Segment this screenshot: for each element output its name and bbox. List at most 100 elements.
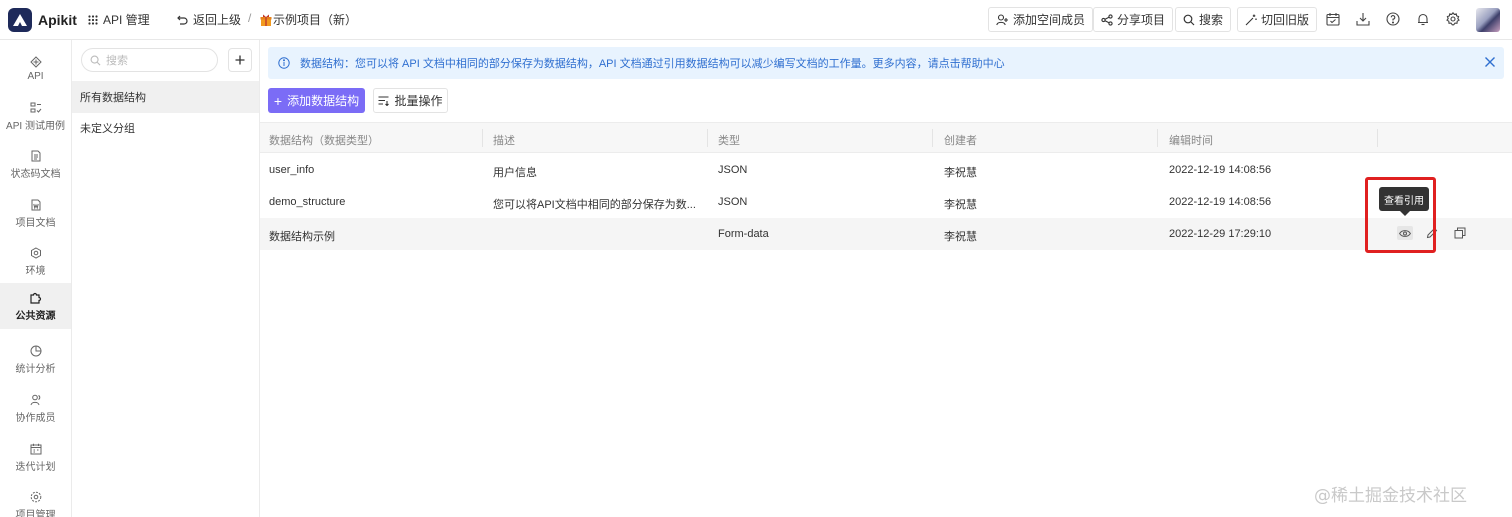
add-data-structure-button[interactable]: + 添加数据结构 [268,88,365,113]
cell-name[interactable]: user_info [269,164,314,176]
column-header: 类型 [718,135,740,147]
cell-creator: 李祝慧 [944,199,977,211]
batch-operation-button[interactable]: 批量操作 [373,88,448,113]
bell-icon[interactable] [1415,11,1431,27]
cell-description: 用户信息 [493,167,537,179]
sidebar-item-status-codes[interactable]: 状态码文档 [0,142,71,188]
search-placeholder: 搜索 [106,55,128,67]
plus-icon [235,55,245,65]
sidebar-item-label: 状态码文档 [10,169,61,180]
group-item-all[interactable]: 所有数据结构 [72,81,259,113]
cell-name[interactable]: 数据结构示例 [269,228,335,244]
sidebar-item-label: 公共资源 [15,310,56,322]
group-search-input[interactable]: 搜索 [81,48,218,72]
add-label: 添加数据结构 [287,94,360,108]
column-divider[interactable] [932,129,933,147]
share-icon [1101,13,1113,26]
share-label: 分享项目 [1117,13,1166,27]
api-icon [29,56,42,68]
column-header: 编辑时间 [1169,135,1213,147]
sidebar-item-api[interactable]: API [0,46,71,92]
sidebar-item-members[interactable]: 协作成员 [0,386,71,432]
api-manage-label: API 管理 [103,13,150,27]
sidebar-item-project-docs[interactable]: 项目文档 [0,191,71,237]
sidebar-item-label: 统计分析 [15,364,56,375]
column-divider[interactable] [707,129,708,147]
pie-chart-icon [30,345,41,357]
api-manage-menu[interactable]: API 管理 [88,11,150,28]
sidebar-item-public-resources[interactable]: 公共资源 [0,283,71,329]
cell-edit-time: 2022-12-19 14:08:56 [1169,196,1272,208]
close-icon[interactable] [1484,56,1496,68]
left-sidebar: API API 测试用例 状态码文档 项目文档 环境 公共资源 统计分析 协作成… [0,40,72,517]
download-icon[interactable] [1355,11,1371,27]
sidebar-item-statistics[interactable]: 统计分析 [0,337,71,383]
project-breadcrumb[interactable]: 示例项目（新） [260,11,357,28]
sidebar-item-project-settings[interactable]: 项目管理 [0,483,71,517]
calendar-check-icon[interactable] [1325,11,1341,27]
column-divider[interactable] [482,129,483,147]
sidebar-item-environment[interactable]: 环境 [0,239,71,285]
environment-icon [30,247,41,259]
cell-edit-time: 2022-12-29 17:29:10 [1169,228,1272,240]
user-avatar[interactable] [1476,8,1500,32]
cell-creator: 李祝慧 [944,167,977,179]
apikit-logo-icon [8,8,32,32]
switch-old-version-button[interactable]: 切回旧版 [1237,7,1318,32]
breadcrumb-separator: / [248,11,252,25]
test-case-icon [30,102,41,113]
add-group-button[interactable] [228,48,252,72]
add-member-label: 添加空间成员 [1013,13,1086,27]
cell-name[interactable]: demo_structure [269,196,345,208]
list-settings-icon [378,96,390,106]
cell-creator: 李祝慧 [944,231,977,243]
watermark: @稀土掘金技术社区 [1314,486,1467,506]
help-icon[interactable] [1385,11,1401,27]
sidebar-item-iteration-plan[interactable]: 迭代计划 [0,435,71,481]
sidebar-item-label: API 测试用例 [6,121,65,132]
info-notice: 数据结构：您可以将 API 文档中相同的部分保存为数据结构，API 文档通过引用… [268,47,1504,79]
cell-description: 您可以将API文档中相同的部分保存为数... [493,199,696,211]
add-member-button[interactable]: 添加空间成员 [988,7,1094,32]
table-row[interactable]: 数据结构示例 Form-data 李祝慧 2022-12-29 17:29:10 [260,218,1512,250]
grid-icon [88,14,98,25]
gear-icon[interactable] [1445,11,1461,27]
table-header: 数据结构（数据类型） 描述 类型 创建者 编辑时间 [260,122,1512,153]
sidebar-item-test-cases[interactable]: API 测试用例 [0,94,71,140]
gift-icon [260,14,272,26]
search-label: 搜索 [1199,13,1224,27]
search-icon [90,55,101,65]
top-bar: Apikit API 管理 返回上级 / 示例项目（新） 添加空间成员 分享项目… [0,0,1512,40]
table-row[interactable]: demo_structure 您可以将API文档中相同的部分保存为数... JS… [260,186,1512,218]
sidebar-item-label: 环境 [25,266,46,277]
cell-type: JSON [718,196,748,208]
puzzle-icon [30,292,42,304]
group-panel: 搜索 所有数据结构 未定义分组 [72,40,260,517]
notice-text: 数据结构：您可以将 API 文档中相同的部分保存为数据结构，API 文档通过引用… [300,58,1005,70]
info-icon [278,57,290,69]
search-button[interactable]: 搜索 [1175,7,1232,32]
back-label: 返回上级 [193,13,242,27]
members-icon [30,394,40,406]
share-project-button[interactable]: 分享项目 [1093,7,1174,32]
sidebar-item-label: 项目管理 [15,510,56,517]
cell-type: Form-data [718,228,769,240]
group-item-label: 未定义分组 [80,123,135,135]
copy-button[interactable] [1453,226,1467,240]
switch-old-label: 切回旧版 [1261,13,1310,27]
column-divider[interactable] [1377,129,1378,147]
column-header: 创建者 [944,135,977,147]
sidebar-item-label: 协作成员 [15,413,56,424]
group-item-undefined[interactable]: 未定义分组 [72,112,259,144]
column-divider[interactable] [1157,129,1158,147]
back-button[interactable]: 返回上级 [176,11,241,28]
highlight-box [1365,177,1436,253]
sidebar-item-label: 迭代计划 [15,462,56,473]
copy-icon [1454,227,1466,239]
group-item-label: 所有数据结构 [80,92,146,104]
table-row[interactable]: user_info 用户信息 JSON 李祝慧 2022-12-19 14:08… [260,154,1512,186]
add-user-icon [996,13,1008,25]
sidebar-item-label: 项目文档 [15,218,56,229]
app-logo[interactable]: Apikit [8,8,77,32]
calendar-icon [30,443,41,455]
